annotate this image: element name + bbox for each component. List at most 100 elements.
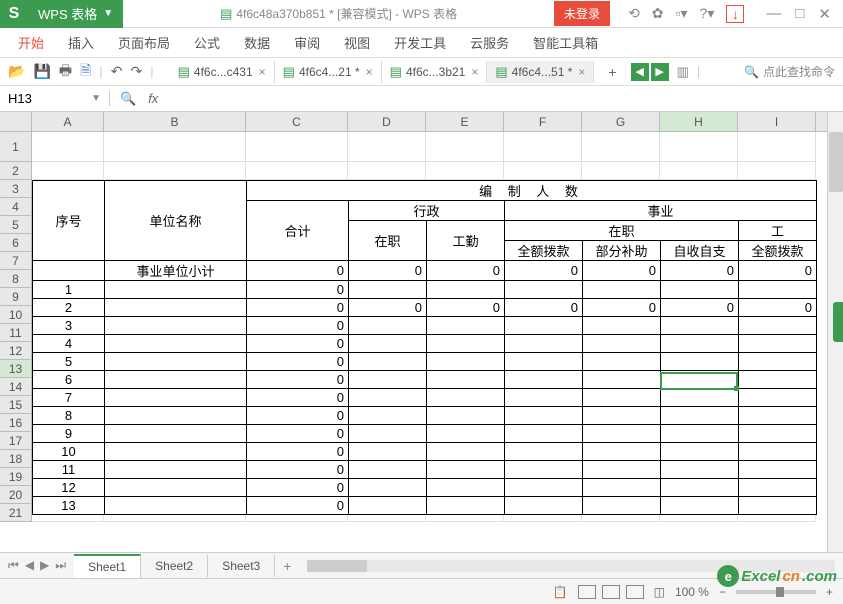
file-tab-0[interactable]: ▤4f6c...c431×	[170, 61, 275, 83]
tab-list-icon[interactable]: ▥	[677, 64, 689, 80]
cell-value[interactable]	[583, 317, 661, 335]
login-button[interactable]: 未登录	[554, 1, 610, 26]
chevron-down-icon[interactable]: ▼	[91, 93, 101, 104]
cell-value[interactable]	[739, 353, 817, 371]
cell-value[interactable]	[583, 497, 661, 515]
cell-seq[interactable]: 12	[33, 479, 105, 497]
cell-value[interactable]	[661, 497, 739, 515]
cell-value[interactable]	[505, 353, 583, 371]
cell-value[interactable]	[739, 461, 817, 479]
cell[interactable]	[104, 132, 246, 162]
cell-seq[interactable]: 13	[33, 497, 105, 515]
row-header[interactable]: 20	[0, 486, 32, 504]
cell-unit[interactable]	[105, 317, 247, 335]
sheet-last-icon[interactable]: ⏭	[55, 558, 66, 573]
cell-value[interactable]	[583, 407, 661, 425]
cell-value[interactable]	[427, 425, 505, 443]
cell-value[interactable]	[427, 479, 505, 497]
cell-value[interactable]	[349, 407, 427, 425]
cell-value[interactable]: 0	[247, 425, 349, 443]
cell-value[interactable]	[505, 281, 583, 299]
add-sheet-button[interactable]: +	[275, 558, 299, 574]
fx-label[interactable]: fx	[148, 91, 158, 106]
menu-smart-tools[interactable]: 智能工具箱	[523, 29, 608, 56]
cell[interactable]	[32, 132, 104, 162]
cell-value[interactable]	[505, 317, 583, 335]
row-header[interactable]: 4	[0, 198, 32, 216]
sheet-tab-2[interactable]: Sheet3	[208, 555, 275, 577]
row-header[interactable]: 5	[0, 216, 32, 234]
cell-value[interactable]	[427, 407, 505, 425]
cell-value[interactable]: 0	[661, 261, 739, 281]
close-icon[interactable]: ×	[578, 65, 585, 79]
cell[interactable]	[660, 162, 738, 180]
row-header[interactable]: 12	[0, 342, 32, 360]
cell-value[interactable]: 0	[661, 299, 739, 317]
cell-value[interactable]: 0	[247, 299, 349, 317]
cell-unit[interactable]	[105, 335, 247, 353]
menu-view[interactable]: 视图	[334, 29, 380, 56]
sheet-tab-0[interactable]: Sheet1	[74, 554, 141, 578]
cell[interactable]	[32, 162, 104, 180]
view-page-icon[interactable]	[602, 585, 620, 599]
cell-value[interactable]	[427, 461, 505, 479]
cell[interactable]	[738, 162, 816, 180]
command-search[interactable]: 🔍 点此查找命令	[744, 63, 835, 80]
cell-value[interactable]	[739, 335, 817, 353]
row-header[interactable]: 13	[0, 360, 32, 378]
cell[interactable]	[582, 132, 660, 162]
cell-unit[interactable]	[105, 389, 247, 407]
cell-value[interactable]	[661, 425, 739, 443]
cell-value[interactable]	[427, 281, 505, 299]
cell-seq[interactable]: 9	[33, 425, 105, 443]
cell-value[interactable]	[661, 479, 739, 497]
cell-value[interactable]: 0	[247, 335, 349, 353]
cell[interactable]	[504, 162, 582, 180]
cell-seq[interactable]: 2	[33, 299, 105, 317]
row-header[interactable]: 14	[0, 378, 32, 396]
cell-value[interactable]	[505, 335, 583, 353]
cell-value[interactable]	[505, 497, 583, 515]
cell-seq[interactable]: 3	[33, 317, 105, 335]
cell-value[interactable]	[583, 479, 661, 497]
cell-value[interactable]	[661, 443, 739, 461]
cell-value[interactable]: 0	[247, 461, 349, 479]
cell-value[interactable]	[583, 371, 661, 389]
redo-icon[interactable]: ↷	[130, 63, 142, 80]
row-header[interactable]: 3	[0, 180, 32, 198]
cell-value[interactable]	[505, 371, 583, 389]
cell-value[interactable]	[349, 335, 427, 353]
add-tab-button[interactable]: +	[602, 64, 622, 80]
col-header-F[interactable]: F	[504, 112, 582, 131]
cell-value[interactable]	[739, 497, 817, 515]
cell-value[interactable]	[661, 353, 739, 371]
close-icon[interactable]: ×	[366, 65, 373, 79]
cell-value[interactable]: 0	[247, 497, 349, 515]
preview-icon[interactable]: 🗎	[80, 60, 91, 84]
cell[interactable]	[426, 162, 504, 180]
cell-value[interactable]	[661, 461, 739, 479]
row-header[interactable]: 11	[0, 324, 32, 342]
spreadsheet-grid[interactable]: A B C D E F G H I 1234567891011121314151…	[0, 112, 843, 552]
cell-value[interactable]	[427, 389, 505, 407]
cell-value[interactable]: 0	[247, 317, 349, 335]
cell-value[interactable]	[583, 353, 661, 371]
row-header[interactable]: 16	[0, 414, 32, 432]
tab-prev-button[interactable]: ◀	[631, 63, 649, 81]
cell-value[interactable]: 0	[247, 261, 349, 281]
save-icon[interactable]: 💾	[33, 63, 50, 80]
cell-value[interactable]: 0	[349, 299, 427, 317]
close-icon[interactable]: ×	[471, 65, 478, 79]
close-icon[interactable]: ×	[259, 65, 266, 79]
cell-value[interactable]	[349, 479, 427, 497]
row-header[interactable]: 10	[0, 306, 32, 324]
zoom-slider[interactable]	[736, 590, 816, 594]
cell-value[interactable]: 0	[739, 261, 817, 281]
cell[interactable]	[660, 132, 738, 162]
cell-seq[interactable]: 6	[33, 371, 105, 389]
col-header-I[interactable]: I	[738, 112, 816, 131]
cell-value[interactable]	[739, 281, 817, 299]
menu-insert[interactable]: 插入	[58, 29, 104, 56]
menu-formula[interactable]: 公式	[184, 29, 230, 56]
cell-value[interactable]	[661, 335, 739, 353]
